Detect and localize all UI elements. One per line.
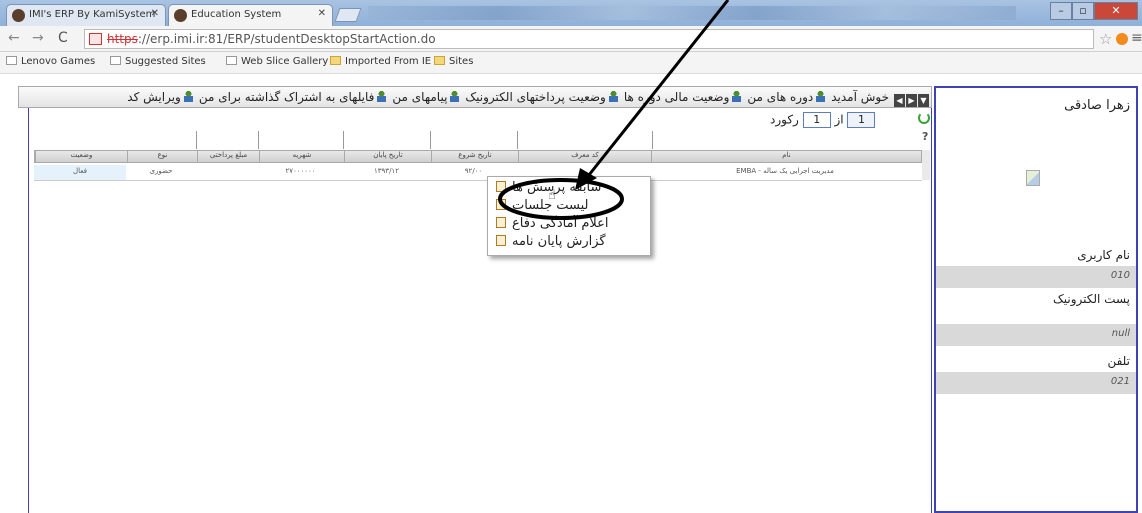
annotation-ellipse <box>498 178 624 220</box>
annotation-arrow-line <box>583 0 730 181</box>
annotation-overlay <box>498 0 730 220</box>
